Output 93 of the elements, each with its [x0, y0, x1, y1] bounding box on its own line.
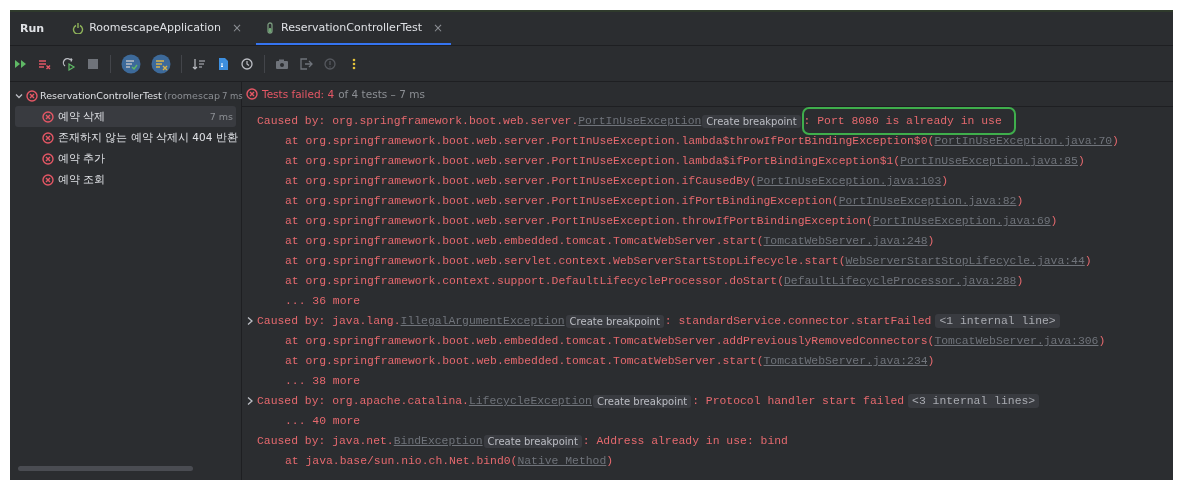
tree-item[interactable]: 예약 조회 [15, 169, 236, 190]
test-name: ReservationControllerTest [40, 90, 162, 101]
sort-icon[interactable] [192, 56, 206, 71]
error-message: : Address already in use: bind [582, 435, 788, 447]
create-breakpoint-button[interactable]: Create breakpoint [565, 314, 664, 328]
source-link[interactable]: TomcatWebServer.java:248 [763, 235, 928, 247]
log-text: ) [1016, 275, 1024, 287]
tab-label: RoomescapeApplication [89, 21, 221, 34]
tree-item[interactable]: 존재하지 않는 예약 삭제시 404 반환 [15, 127, 236, 148]
log-text: ) [1084, 255, 1092, 267]
chevron-icon[interactable] [246, 396, 254, 406]
log-text: Caused by: org.apache.catalina. [257, 395, 469, 407]
exception-link[interactable]: IllegalArgumentException [400, 315, 565, 327]
source-link[interactable]: PortInUseException.java:82 [838, 195, 1017, 207]
log-text: at org.springframework.context.support.DefaultLifecycleProcessor.doStart( [284, 275, 784, 287]
error-message: : standardService.connector.startFailed [664, 315, 932, 327]
log-text: ) [941, 175, 949, 187]
log-text: Caused by: java.net. [257, 435, 394, 447]
test-name: 예약 삭제 [58, 109, 107, 124]
source-link[interactable]: PortInUseException.java:85 [900, 155, 1078, 167]
test-summary: of 4 tests – 7 ms [338, 88, 425, 100]
test-time: 7 ms [221, 90, 243, 101]
log-text: at org.springframework.boot.web.server.PortInUseException.ifPortBindingException( [284, 195, 839, 207]
log-text: ) [606, 455, 614, 467]
error-icon [246, 88, 258, 100]
close-button[interactable]: × [231, 20, 243, 35]
log-text: at org.springframework.boot.web.server.PortInUseException.lambda$throwIfPortBindingException$0( [284, 135, 935, 147]
source-link[interactable]: TomcatWebServer.java:306 [934, 335, 1099, 347]
source-link[interactable]: PortInUseException.java:103 [756, 175, 942, 187]
tab-label: ReservationControllerTest [281, 21, 423, 34]
log-text: ) [1050, 215, 1058, 227]
exception-link[interactable]: BindException [393, 435, 483, 447]
exception-link[interactable]: PortInUseException [578, 115, 702, 127]
test-detail: (roomescap [163, 90, 220, 101]
log-text: at org.springframework.boot.web.servlet.context.WebServerStartStopLifecycle.start( [284, 255, 846, 267]
document-icon[interactable] [216, 56, 230, 71]
log-text: ) [1016, 195, 1024, 207]
log-text: at java.base/sun.nio.ch.Net.bind0( [284, 455, 518, 467]
source-link[interactable]: WebServerStartStopLifecycle.java:44 [845, 255, 1085, 267]
test-time: 7 ms [209, 111, 233, 122]
create-breakpoint-button[interactable]: Create breakpoint [702, 114, 801, 128]
log-text: ) [1112, 135, 1119, 147]
log-text: at org.springframework.boot.web.embedded.tomcat.TomcatWebServer.addPreviouslyRemovedConnectors( [284, 335, 935, 347]
rerun-loop-icon[interactable] [62, 56, 76, 71]
tab[interactable]: RoomescapeApplication × [64, 12, 251, 45]
log-text: at org.springframework.boot.web.embedded.tomcat.TomcatWebServer.start( [284, 235, 764, 247]
create-breakpoint-button[interactable]: Create breakpoint [483, 434, 582, 448]
folded-lines-button[interactable]: <3 internal lines> [908, 394, 1040, 408]
log-text: at org.springframework.boot.web.embedded.tomcat.TomcatWebServer.start( [284, 355, 764, 367]
log-text: ) [927, 235, 935, 247]
log-text: Caused by: org.springframework.boot.web.server. [257, 115, 579, 127]
list-cross-icon[interactable] [151, 53, 171, 74]
log-text: Caused by: java.lang. [257, 315, 401, 327]
panel-title: Run [20, 22, 45, 35]
tree-item[interactable]: 예약 추가 [15, 148, 236, 169]
source-link[interactable]: PortInUseException.java:69 [872, 215, 1051, 227]
create-breakpoint-button[interactable]: Create breakpoint [592, 394, 692, 408]
log-text: ) [927, 355, 935, 367]
log-text: at org.springframework.boot.web.server.PortInUseException.lambda$ifPortBindingException$1( [284, 155, 901, 167]
test-name: 존재하지 않는 예약 삭제시 404 반환 [58, 130, 238, 145]
scrollbar-thumb[interactable] [18, 466, 193, 471]
source-link[interactable]: DefaultLifecycleProcessor.java:288 [784, 275, 1017, 287]
log-text: ) [1098, 335, 1106, 347]
source-link[interactable]: TomcatWebServer.java:234 [763, 355, 928, 367]
source-link[interactable]: Native Method [517, 455, 607, 467]
list-check-icon[interactable] [121, 53, 141, 74]
error-icon [42, 131, 54, 144]
error-message: : Protocol handler start failed [692, 395, 905, 407]
log-text: ... 40 more [284, 415, 361, 427]
error-icon [42, 173, 54, 186]
power-icon [72, 21, 85, 34]
error-icon [42, 110, 54, 123]
tree-item[interactable]: 예약 삭제 7 ms [15, 106, 236, 127]
log-text: ... 38 more [284, 375, 361, 387]
error-icon [26, 89, 38, 102]
source-link[interactable]: PortInUseException.java:70 [934, 135, 1113, 147]
log-text: ) [1077, 155, 1085, 167]
tab[interactable]: ReservationControllerTest × [256, 12, 452, 45]
log-text: at org.springframework.boot.web.server.PortInUseException.throwIfPortBindingException( [284, 215, 873, 227]
chevron-icon[interactable] [246, 316, 254, 326]
test-name: 예약 조회 [58, 172, 107, 187]
test-name: 예약 추가 [58, 151, 107, 166]
exception-link[interactable]: LifecycleException [468, 395, 592, 407]
close-button[interactable]: × [433, 20, 444, 35]
error-message: : Port 8080 is already in use [803, 115, 1002, 127]
log-text: ... 36 more [284, 295, 361, 307]
error-icon [42, 152, 54, 165]
test-result: Tests failed: 4 [262, 88, 335, 100]
clock-icon[interactable] [240, 56, 254, 71]
stop-icon[interactable] [86, 56, 100, 71]
exit-icon[interactable] [299, 56, 313, 71]
folded-lines-button[interactable]: <1 internal line> [935, 314, 1060, 328]
log-text: at org.springframework.boot.web.server.PortInUseException.ifCausedBy( [284, 175, 757, 187]
